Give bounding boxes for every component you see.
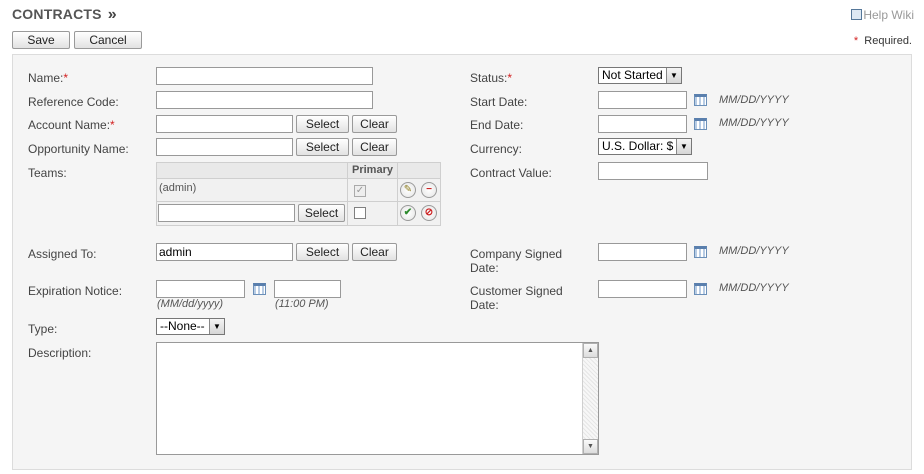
description-label: Description: bbox=[28, 346, 92, 360]
start-date-format: MM/DD/YYYY bbox=[719, 94, 789, 106]
page-title: CONTRACTS » bbox=[12, 6, 117, 24]
currency-select[interactable]: U.S. Dollar: $ ▼ bbox=[598, 138, 692, 155]
customer-signed-label-line2: Date: bbox=[470, 298, 499, 312]
cancel-circle-icon[interactable]: ⊘ bbox=[421, 205, 437, 221]
type-select[interactable]: --None-- ▼ bbox=[156, 318, 225, 335]
start-date-label: Start Date: bbox=[470, 95, 528, 109]
calendar-icon[interactable] bbox=[694, 118, 707, 130]
status-label: Status:* bbox=[470, 71, 512, 85]
company-signed-label-line1: Company Signed bbox=[470, 247, 563, 261]
name-label: Name:* bbox=[28, 71, 68, 85]
date-format-hint: (MM/dd/yyyy) bbox=[157, 298, 223, 310]
contract-value-input[interactable] bbox=[598, 162, 708, 180]
company-signed-date-format: MM/DD/YYYY bbox=[719, 245, 789, 257]
team-primary-checkbox[interactable]: ✓ bbox=[354, 185, 366, 197]
name-input[interactable] bbox=[156, 67, 373, 85]
new-team-input[interactable] bbox=[158, 204, 295, 222]
calendar-icon[interactable] bbox=[694, 283, 707, 295]
reference-code-input[interactable] bbox=[156, 91, 373, 109]
required-star: * bbox=[507, 71, 513, 85]
customer-signed-date-format: MM/DD/YYYY bbox=[719, 282, 789, 294]
required-star: * bbox=[63, 71, 69, 85]
remove-icon[interactable]: − bbox=[421, 182, 437, 198]
teams-row-divider bbox=[157, 201, 440, 202]
teams-table: Primary (admin) ✓ ✎ − Select ✔ ⊘ bbox=[156, 162, 441, 226]
account-name-input[interactable] bbox=[156, 115, 293, 133]
account-clear-button[interactable]: Clear bbox=[352, 115, 397, 133]
opportunity-clear-button[interactable]: Clear bbox=[352, 138, 397, 156]
required-note-text: Required. bbox=[864, 35, 912, 47]
status-select[interactable]: Not Started ▼ bbox=[598, 67, 682, 84]
new-team-primary-checkbox[interactable] bbox=[354, 207, 366, 219]
accept-icon[interactable]: ✔ bbox=[400, 205, 416, 221]
start-date-input[interactable] bbox=[598, 91, 687, 109]
account-select-button[interactable]: Select bbox=[296, 115, 349, 133]
currency-label: Currency: bbox=[470, 142, 523, 156]
help-icon bbox=[851, 9, 863, 20]
customer-signed-label-line1: Customer Signed bbox=[470, 284, 563, 298]
save-button[interactable]: Save bbox=[12, 31, 70, 49]
description-scrollbar[interactable]: ▲ ▼ bbox=[582, 343, 598, 454]
assigned-clear-button[interactable]: Clear bbox=[352, 243, 397, 261]
team-name: (admin) bbox=[159, 182, 197, 194]
scroll-down-icon[interactable]: ▼ bbox=[583, 439, 598, 454]
end-date-format: MM/DD/YYYY bbox=[719, 117, 789, 129]
type-label: Type: bbox=[28, 322, 58, 336]
opportunity-name-input[interactable] bbox=[156, 138, 293, 156]
calendar-icon[interactable] bbox=[694, 94, 707, 106]
opportunity-select-button[interactable]: Select bbox=[296, 138, 349, 156]
end-date-input[interactable] bbox=[598, 115, 687, 133]
chevron-right-icon: » bbox=[107, 6, 117, 23]
cancel-button[interactable]: Cancel bbox=[74, 31, 142, 49]
required-note: * Required. bbox=[854, 35, 912, 47]
team-select-button[interactable]: Select bbox=[298, 204, 345, 222]
required-star: * bbox=[110, 118, 115, 132]
primary-column-header: Primary bbox=[352, 164, 393, 176]
company-signed-label-line2: Date: bbox=[470, 261, 499, 275]
account-name-label-text: Account Name: bbox=[28, 118, 111, 132]
help-wiki-link[interactable]: Help Wiki bbox=[851, 8, 914, 22]
customer-signed-date-input[interactable] bbox=[598, 280, 687, 298]
assigned-to-label: Assigned To: bbox=[28, 247, 97, 261]
chevron-down-icon: ▼ bbox=[676, 139, 691, 154]
name-label-text: Name: bbox=[28, 71, 64, 85]
teams-divider bbox=[397, 163, 398, 226]
end-date-label: End Date: bbox=[470, 118, 524, 132]
expiration-notice-label: Expiration Notice: bbox=[28, 284, 123, 298]
assigned-to-input[interactable] bbox=[156, 243, 293, 261]
scroll-up-icon[interactable]: ▲ bbox=[583, 343, 598, 358]
customer-signed-date-label: Customer Signed Date: bbox=[470, 284, 563, 312]
calendar-icon[interactable] bbox=[694, 246, 707, 258]
opportunity-name-label: Opportunity Name: bbox=[28, 142, 129, 156]
chevron-down-icon: ▼ bbox=[666, 68, 681, 83]
reference-code-label: Reference Code: bbox=[28, 95, 119, 109]
calendar-icon[interactable] bbox=[253, 283, 266, 295]
status-label-text: Status: bbox=[470, 71, 508, 85]
type-selected: --None-- bbox=[160, 319, 205, 333]
time-format-hint: (11:00 PM) bbox=[275, 298, 329, 310]
status-selected: Not Started bbox=[602, 68, 663, 82]
teams-label: Teams: bbox=[28, 166, 67, 180]
chevron-down-icon: ▼ bbox=[209, 319, 224, 334]
required-star: * bbox=[853, 35, 859, 47]
teams-table-header: Primary bbox=[157, 163, 440, 226]
contract-value-label: Contract Value: bbox=[470, 166, 552, 180]
account-name-label: Account Name:* bbox=[28, 118, 115, 132]
page-title-text: CONTRACTS bbox=[12, 6, 102, 22]
expiration-date-input[interactable] bbox=[156, 280, 245, 298]
help-wiki-label: Help Wiki bbox=[863, 8, 914, 22]
description-textarea[interactable]: ▲ ▼ bbox=[156, 342, 599, 455]
assigned-select-button[interactable]: Select bbox=[296, 243, 349, 261]
currency-selected: U.S. Dollar: $ bbox=[602, 139, 674, 153]
expiration-time-input[interactable] bbox=[274, 280, 341, 298]
pencil-icon[interactable]: ✎ bbox=[400, 182, 416, 198]
company-signed-date-input[interactable] bbox=[598, 243, 687, 261]
company-signed-date-label: Company Signed Date: bbox=[470, 247, 562, 275]
teams-divider bbox=[347, 163, 348, 226]
